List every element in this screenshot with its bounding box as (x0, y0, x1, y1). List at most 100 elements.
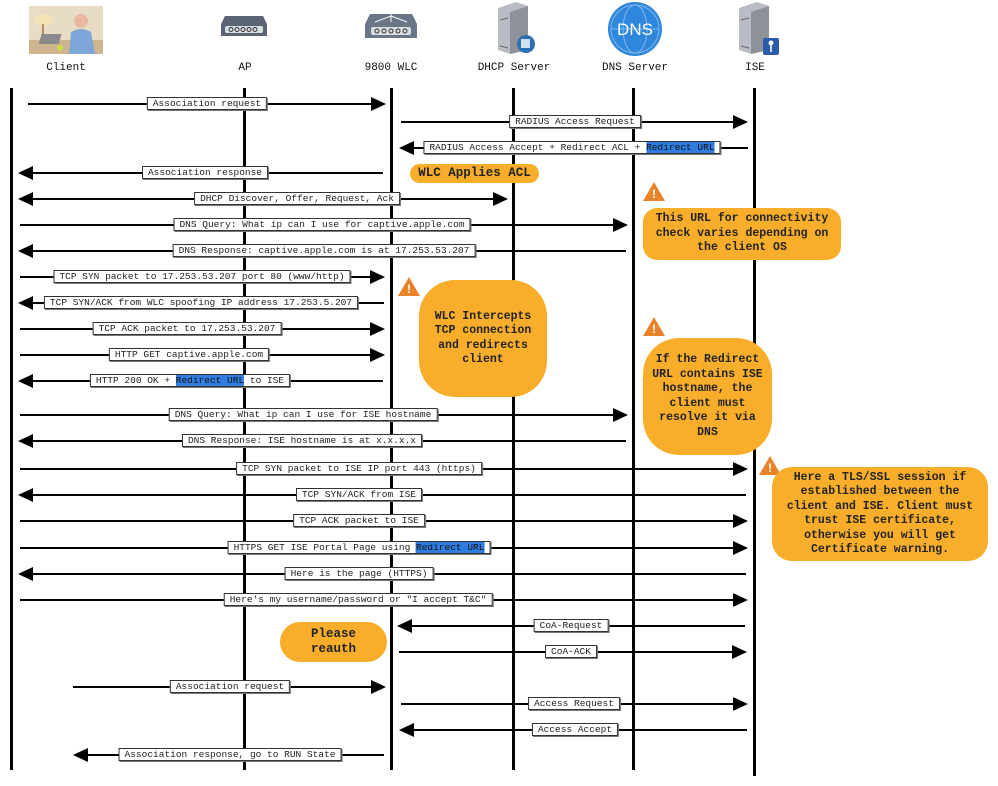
message-label: CoA-Request (533, 619, 609, 632)
message-arrow: TCP SYN packet to 17.253.53.207 port 80 … (20, 270, 385, 284)
message-arrow: Access Request (401, 697, 748, 711)
arrowhead-right-icon (371, 97, 386, 111)
message-label: Access Accept (531, 723, 619, 736)
message-label: Access Request (528, 697, 620, 710)
message-text: DNS Response: captive.apple.com is at 17… (178, 245, 470, 256)
lifeline-ap (243, 88, 246, 770)
warning-icon: ! (643, 182, 665, 201)
highlighted-text: Redirect URL (416, 542, 485, 553)
arrowhead-right-icon (733, 541, 748, 555)
message-label: Association request (146, 97, 268, 110)
message-text: DNS Query: What ip can I use for captive… (179, 219, 465, 230)
dns-icon-text: DNS (617, 20, 653, 39)
message-label: TCP ACK packet to ISE (293, 514, 425, 527)
message-text: TCP SYN/ACK from ISE (301, 489, 417, 500)
note-wlc-intercepts: WLC Intercepts TCP connection and redire… (419, 280, 547, 397)
message-text: TCP SYN packet to 17.253.53.207 port 80 … (59, 271, 345, 282)
arrowhead-left-icon (73, 748, 88, 762)
arrowhead-right-icon (733, 115, 748, 129)
warning-icon: ! (398, 277, 420, 296)
highlighted-text: Redirect URL (646, 142, 715, 153)
message-arrow: DNS Response: ISE hostname is at x.x.x.x (18, 434, 626, 448)
message-label: CoA-ACK (545, 645, 597, 658)
arrowhead-right-icon (493, 192, 508, 206)
arrowhead-right-icon (733, 593, 748, 607)
message-arrow: Here's my username/password or "I accept… (20, 593, 748, 607)
arrowhead-left-icon (18, 567, 33, 581)
message-arrow: Association request (73, 680, 386, 694)
message-label: TCP SYN packet to 17.253.53.207 port 80 … (53, 270, 351, 283)
message-label: DNS Response: ISE hostname is at x.x.x.x (181, 434, 423, 447)
message-text: HTTPS GET ISE Portal Page using (233, 542, 417, 553)
arrowhead-right-icon (733, 514, 748, 528)
arrowhead-left-icon (397, 619, 412, 633)
message-text: CoA-ACK (551, 646, 591, 657)
message-arrow: CoA-ACK (399, 645, 747, 659)
highlighted-text: Redirect URL (175, 375, 245, 386)
message-arrow: HTTPS GET ISE Portal Page using Redirect… (20, 541, 748, 555)
message-label: Association request (169, 680, 291, 693)
message-text: Association request (175, 681, 285, 692)
lifeline-wlc (390, 88, 393, 770)
message-arrow: TCP SYN packet to ISE IP port 443 (https… (20, 462, 748, 476)
actor-label-dhcp: DHCP Server (477, 62, 551, 74)
arrowhead-left-icon (18, 488, 33, 502)
message-arrow: CoA-Request (397, 619, 745, 633)
lifeline-client (10, 88, 13, 770)
message-text: DNS Response: ISE hostname is at x.x.x.x (187, 435, 417, 446)
message-arrow: TCP SYN/ACK from ISE (18, 488, 746, 502)
message-text: to ISE (244, 375, 285, 386)
arrowhead-left-icon (399, 141, 414, 155)
message-text: TCP ACK packet to ISE (299, 515, 419, 526)
message-label: HTTPS GET ISE Portal Page using Redirect… (227, 541, 491, 554)
message-text: Association response, go to RUN State (124, 749, 336, 760)
message-arrow: DNS Query: What ip can I use for captive… (20, 218, 628, 232)
access-point-icon (221, 14, 267, 38)
message-label: TCP SYN/ACK from WLC spoofing IP address… (43, 296, 359, 309)
arrowhead-right-icon (613, 218, 628, 232)
message-label: RADIUS Access Accept + Redirect ACL + Re… (423, 141, 721, 154)
message-text: RADIUS Access Accept + Redirect ACL + (429, 142, 647, 153)
message-label: RADIUS Access Request (509, 115, 641, 128)
note-connectivity-check: This URL for connectivity check varies d… (643, 208, 841, 260)
dhcp-server-icon (494, 2, 538, 54)
message-label: Here's my username/password or "I accept… (223, 593, 493, 606)
message-text: DHCP Discover, Offer, Request, Ack (200, 193, 394, 204)
arrowhead-left-icon (18, 166, 33, 180)
message-label: DNS Response: captive.apple.com is at 17… (172, 244, 476, 257)
message-text: HTTP 200 OK + (95, 375, 176, 386)
arrowhead-right-icon (370, 348, 385, 362)
message-label: TCP ACK packet to 17.253.53.207 (92, 322, 282, 335)
sequence-diagram: DNS Client AP 9800 WLC DHCP Server DNS S… (0, 0, 998, 786)
arrowhead-right-icon (371, 680, 386, 694)
arrowhead-right-icon (732, 645, 747, 659)
dns-globe-icon: DNS (608, 2, 662, 56)
note-tls-session: Here a TLS/SSL session if established be… (772, 467, 988, 561)
lifeline-dhcp (512, 88, 515, 770)
message-label: Association response (141, 166, 269, 179)
client-photo (29, 6, 103, 54)
warning-icon: ! (643, 317, 665, 336)
message-text: Here is the page (HTTPS) (290, 568, 428, 579)
message-text: Association request (152, 98, 262, 109)
message-arrow: HTTP GET captive.apple.com (20, 348, 385, 362)
actor-label-ise: ISE (745, 62, 765, 74)
message-arrow: RADIUS Access Request (401, 115, 748, 129)
message-label: TCP SYN/ACK from ISE (295, 488, 423, 501)
message-text: TCP SYN packet to ISE IP port 443 (https… (242, 463, 476, 474)
message-label: TCP SYN packet to ISE IP port 443 (https… (236, 462, 482, 475)
actor-label-ap: AP (238, 62, 252, 74)
message-arrow: Association request (28, 97, 386, 111)
arrowhead-left-icon (399, 723, 414, 737)
arrowhead-left-icon (18, 192, 33, 206)
arrowhead-right-icon (370, 270, 385, 284)
message-arrow: RADIUS Access Accept + Redirect ACL + Re… (399, 141, 748, 155)
actor-label-client: Client (46, 62, 86, 74)
arrowhead-right-icon (733, 462, 748, 476)
note-wlc-applies-acl: WLC Applies ACL (410, 164, 539, 183)
message-arrow: TCP ACK packet to ISE (20, 514, 748, 528)
message-arrow: TCP SYN/ACK from WLC spoofing IP address… (18, 296, 384, 310)
wireless-controller-icon (365, 12, 417, 40)
message-text: TCP ACK packet to 17.253.53.207 (98, 323, 276, 334)
arrowhead-right-icon (733, 697, 748, 711)
